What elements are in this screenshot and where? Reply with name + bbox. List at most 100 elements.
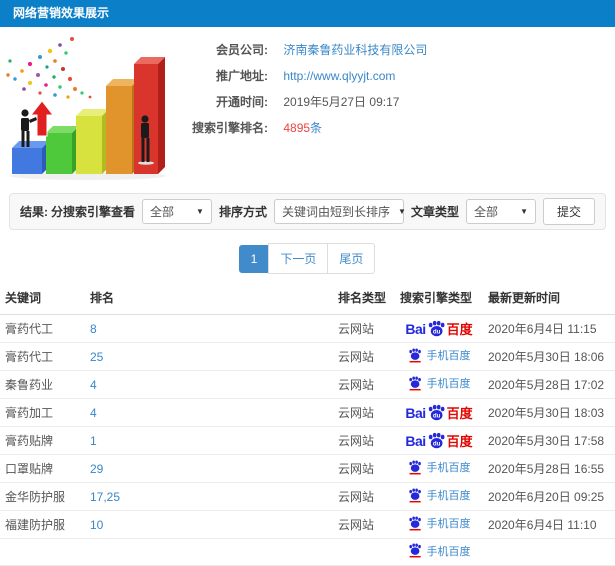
updated-cell: 2020年6月20日 09:25 bbox=[483, 482, 615, 511]
updated-cell: 2020年6月4日 11:15 bbox=[483, 314, 615, 343]
engine-filter-select[interactable]: 全部 ▼ bbox=[141, 199, 212, 224]
bar-blue bbox=[12, 141, 49, 174]
info-label: 推广地址: bbox=[216, 69, 268, 83]
svg-text:du: du bbox=[432, 412, 440, 419]
rank-type-cell: 云网站 bbox=[333, 510, 395, 539]
chevron-down-icon: ▼ bbox=[196, 207, 204, 216]
info-value: 4895条 bbox=[283, 121, 323, 135]
rank-link[interactable]: 1 bbox=[90, 434, 97, 448]
rank-cell: 4 bbox=[85, 398, 333, 427]
rank-type-cell: 云网站 bbox=[333, 398, 395, 427]
mobile-baidu-icon: 手机百度 bbox=[408, 347, 471, 364]
engine-cell: 手机百度 bbox=[395, 342, 483, 371]
sort-filter-value: 关键词由短到长排序 bbox=[281, 205, 390, 219]
page-link-2[interactable]: 尾页 bbox=[327, 243, 376, 274]
filter-bar: 结果: 分搜索引擎查看 全部 ▼ 排序方式 关键词由短到长排序 ▼ 文章类型 全… bbox=[9, 193, 606, 230]
rank-type-cell: 云网站 bbox=[333, 482, 395, 511]
baidu-logo-icon: Bai du 百度 bbox=[405, 320, 473, 338]
result-label: 结果: bbox=[20, 205, 48, 219]
rank-cell: 8 bbox=[85, 314, 333, 343]
rank-type-cell bbox=[333, 538, 395, 566]
rank-link[interactable]: 17,25 bbox=[90, 490, 120, 504]
engine-cell: 手机百度 bbox=[395, 510, 483, 539]
info-label: 会员公司: bbox=[216, 43, 268, 57]
page-title: 网络营销效果展示 bbox=[13, 6, 110, 20]
bar-chart-illustration bbox=[6, 37, 166, 180]
engine-cell: 手机百度 bbox=[395, 482, 483, 511]
info-row: 会员公司: 济南秦鲁药业科技有限公司 bbox=[176, 37, 615, 63]
table-header-row: 关键词 排名 排名类型 搜索引擎类型 最新更新时间 bbox=[0, 280, 615, 315]
rank-cell: 10 bbox=[85, 510, 333, 539]
info-row: 推广地址: http://www.qlyyjt.com bbox=[176, 63, 615, 89]
page-link-1[interactable]: 下一页 bbox=[268, 243, 329, 274]
submit-button[interactable]: 提交 bbox=[542, 198, 595, 225]
confetti-dots bbox=[6, 37, 92, 99]
table-row: 膏药贴牌 1 云网站 Bai du 百度 2020年5月30日 17:58 bbox=[0, 426, 615, 455]
info-section: 会员公司: 济南秦鲁药业科技有限公司 推广地址: http://www.qlyy… bbox=[0, 27, 615, 189]
updated-cell: 2020年5月30日 18:03 bbox=[483, 398, 615, 427]
keyword-cell: 膏药贴牌 bbox=[0, 426, 85, 455]
rank-type-cell: 云网站 bbox=[333, 426, 395, 455]
keyword-cell: 膏药代工 bbox=[0, 342, 85, 371]
bar-green bbox=[46, 126, 79, 174]
rank-cell: 1 bbox=[85, 426, 333, 455]
column-header: 排名 bbox=[85, 280, 333, 315]
column-header: 搜索引擎类型 bbox=[395, 280, 483, 315]
info-value[interactable]: http://www.qlyyjt.com bbox=[283, 69, 395, 83]
keyword-cell: 金华防护服 bbox=[0, 482, 85, 511]
rank-type-cell: 云网站 bbox=[333, 454, 395, 483]
bar-yellow bbox=[76, 109, 109, 174]
rank-link[interactable]: 4 bbox=[90, 406, 97, 420]
rank-cell: 29 bbox=[85, 454, 333, 483]
info-value: 2019年5月27日 09:17 bbox=[283, 95, 400, 109]
table-row: 膏药加工 4 云网站 Bai du 百度 2020年5月30日 18:03 bbox=[0, 398, 615, 427]
keyword-cell: 秦鲁药业 bbox=[0, 370, 85, 399]
updated-cell: 2020年5月28日 16:55 bbox=[483, 454, 615, 483]
rank-cell bbox=[85, 538, 333, 566]
table-row: 秦鲁药业 4 云网站 手机百度 2020年5月28日 17:02 bbox=[0, 370, 615, 399]
svg-text:du: du bbox=[432, 328, 440, 335]
keyword-cell bbox=[0, 538, 85, 566]
info-rows: 会员公司: 济南秦鲁药业科技有限公司 推广地址: http://www.qlyy… bbox=[176, 27, 615, 141]
engine-cell: 手机百度 bbox=[395, 454, 483, 483]
filter-group: 分搜索引擎查看 全部 ▼ 排序方式 关键词由短到长排序 ▼ 文章类型 全部 ▼ … bbox=[51, 198, 595, 225]
table-body: 膏药代工 8 云网站 Bai du 百度 2020年6月4日 11:15 膏药代工 … bbox=[0, 314, 615, 566]
rank-link[interactable]: 29 bbox=[90, 462, 103, 476]
info-row: 开通时间: 2019年5月27日 09:17 bbox=[176, 89, 615, 115]
pagination: 1 下一页 尾页 bbox=[0, 243, 615, 274]
mobile-baidu-icon: 手机百度 bbox=[408, 487, 471, 504]
info-value[interactable]: 济南秦鲁药业科技有限公司 bbox=[283, 43, 427, 57]
table-row: 口罩贴牌 29 云网站 手机百度 2020年5月28日 16:55 bbox=[0, 454, 615, 483]
engine-filter-label: 分搜索引擎查看 bbox=[50, 205, 135, 219]
engine-cell: 手机百度 bbox=[395, 370, 483, 399]
chevron-down-icon: ▼ bbox=[520, 207, 528, 216]
table-row: 金华防护服 17,25 云网站 手机百度 2020年6月20日 09:25 bbox=[0, 482, 615, 511]
rank-link[interactable]: 4 bbox=[90, 378, 97, 392]
keyword-cell: 口罩贴牌 bbox=[0, 454, 85, 483]
results-table: 关键词 排名 排名类型 搜索引擎类型 最新更新时间 膏药代工 8 云网站 Bai du 百度… bbox=[0, 280, 615, 566]
page-current[interactable]: 1 bbox=[238, 245, 270, 273]
rank-link[interactable]: 8 bbox=[90, 322, 97, 336]
mobile-baidu-icon: 手机百度 bbox=[408, 459, 471, 476]
rank-link[interactable]: 25 bbox=[90, 350, 103, 364]
updated-cell: 2020年6月4日 11:10 bbox=[483, 510, 615, 539]
mobile-baidu-icon: 手机百度 bbox=[408, 375, 471, 392]
keyword-cell: 膏药代工 bbox=[0, 314, 85, 343]
baidu-logo-icon: Bai du 百度 bbox=[405, 404, 473, 422]
svg-text:du: du bbox=[432, 440, 440, 447]
article-type-select[interactable]: 全部 ▼ bbox=[465, 199, 536, 224]
updated-cell: 2020年5月30日 18:06 bbox=[483, 342, 615, 371]
table-row: 福建防护服 10 云网站 手机百度 2020年6月4日 11:10 bbox=[0, 510, 615, 539]
engine-filter-value: 全部 bbox=[149, 205, 174, 219]
article-type-label: 文章类型 bbox=[410, 205, 459, 219]
mobile-baidu-icon: 手机百度 bbox=[408, 515, 471, 532]
table-row: 膏药代工 25 云网站 手机百度 2020年5月30日 18:06 bbox=[0, 342, 615, 371]
table-row: 手机百度 bbox=[0, 538, 615, 566]
sort-filter-select[interactable]: 关键词由短到长排序 ▼ bbox=[273, 199, 406, 224]
keyword-cell: 膏药加工 bbox=[0, 398, 85, 427]
rank-cell: 25 bbox=[85, 342, 333, 371]
updated-cell: 2020年5月28日 17:02 bbox=[483, 370, 615, 399]
rank-type-cell: 云网站 bbox=[333, 314, 395, 343]
table-row: 膏药代工 8 云网站 Bai du 百度 2020年6月4日 11:15 bbox=[0, 314, 615, 343]
mobile-baidu-icon: 手机百度 bbox=[408, 542, 471, 559]
